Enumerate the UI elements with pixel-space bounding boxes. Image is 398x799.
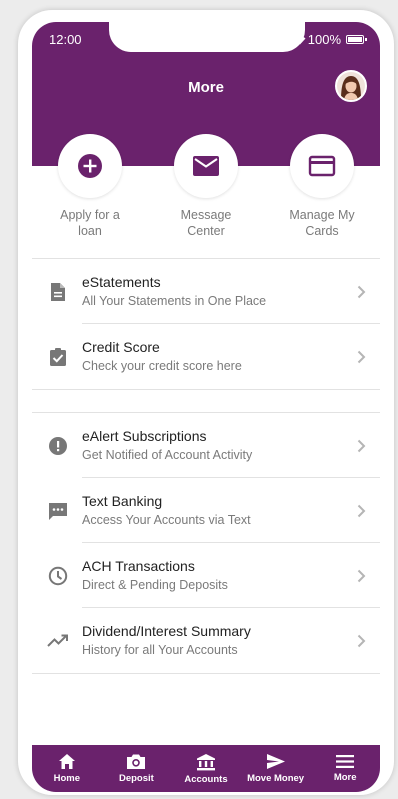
- tab-indicator: [316, 734, 378, 744]
- manage-cards-button[interactable]: [290, 134, 354, 198]
- message-center-label: Message Center: [180, 208, 232, 238]
- list-item-subtitle: History for all Your Accounts: [82, 643, 238, 657]
- chevron-right-icon: [357, 285, 365, 298]
- tab-deposit[interactable]: Deposit: [102, 745, 172, 792]
- profile-photo: [337, 72, 365, 100]
- tab-bar: Home Deposit Accounts Move Money More: [32, 745, 380, 792]
- list-item-title: Credit Score: [82, 339, 160, 355]
- list-item-title: ACH Transactions: [82, 558, 195, 574]
- list-item-dividend[interactable]: Dividend/Interest Summary History for al…: [32, 608, 380, 673]
- list-item-title: Dividend/Interest Summary: [82, 623, 251, 639]
- list-item-ealert[interactable]: eAlert Subscriptions Get Notified of Acc…: [32, 413, 380, 478]
- message-center-action[interactable]: Message Center: [156, 134, 256, 239]
- tab-accounts[interactable]: Accounts: [171, 745, 241, 792]
- tab-label: Deposit: [118, 773, 154, 784]
- chevron-right-icon: [357, 569, 365, 582]
- apply-loan-action[interactable]: Apply for a loan: [40, 134, 140, 239]
- credit-card-icon: [308, 155, 336, 177]
- alert-icon: [49, 436, 67, 455]
- clipboard-check-icon: [50, 347, 66, 366]
- list-item-text-banking[interactable]: Text Banking Access Your Accounts via Te…: [32, 478, 380, 543]
- home-icon: [58, 754, 75, 769]
- envelope-icon: [193, 156, 219, 176]
- camera-icon: [127, 754, 146, 769]
- list-item-subtitle: Get Notified of Account Activity: [82, 448, 253, 462]
- tab-label: Accounts: [184, 773, 228, 785]
- tab-home[interactable]: Home: [32, 745, 102, 792]
- tab-label: Home: [53, 773, 80, 784]
- manage-cards-label: Manage My Cards: [289, 208, 355, 238]
- list-item-subtitle: Access Your Accounts via Text: [82, 513, 251, 527]
- list-item-subtitle: Direct & Pending Deposits: [82, 578, 228, 592]
- menu-list: eStatements All Your Statements in One P…: [32, 258, 380, 674]
- battery-percent: 100%: [307, 32, 341, 47]
- screen: 12:00 100% More Apply for a loan Message…: [32, 22, 380, 792]
- document-icon: [51, 282, 65, 301]
- plus-circle-icon: [78, 154, 102, 178]
- list-item-title: eAlert Subscriptions: [82, 428, 207, 444]
- trending-up-icon: [47, 634, 68, 647]
- message-center-button[interactable]: [174, 134, 238, 198]
- manage-cards-action[interactable]: Manage My Cards: [272, 134, 372, 239]
- apply-loan-label: Apply for a loan: [60, 208, 120, 238]
- list-item-ach[interactable]: ACH Transactions Direct & Pending Deposi…: [32, 543, 380, 608]
- quick-actions: Apply for a loan Message Center Manage M…: [32, 134, 380, 244]
- send-icon: [266, 754, 285, 769]
- tab-more[interactable]: More: [310, 745, 380, 792]
- chevron-right-icon: [357, 504, 365, 517]
- list-item-estatements[interactable]: eStatements All Your Statements in One P…: [32, 259, 380, 324]
- bank-icon: [196, 753, 215, 770]
- list-item-credit-score[interactable]: Credit Score Check your credit score her…: [32, 324, 380, 389]
- device-notch: [109, 22, 305, 52]
- divider: [32, 673, 380, 674]
- list-item-title: Text Banking: [82, 493, 163, 509]
- status-time: 12:00: [49, 32, 82, 47]
- page-title: More: [188, 79, 224, 96]
- list-item-title: eStatements: [82, 274, 161, 290]
- chat-icon: [49, 502, 67, 520]
- tab-label: Move Money: [247, 773, 305, 784]
- apply-loan-button[interactable]: [58, 134, 122, 198]
- avatar[interactable]: [335, 70, 367, 102]
- menu-icon: [336, 755, 355, 768]
- battery-icon: [346, 35, 367, 44]
- clock-icon: [48, 566, 68, 585]
- list-item-subtitle: All Your Statements in One Place: [82, 294, 267, 308]
- chevron-right-icon: [357, 350, 365, 363]
- list-item-subtitle: Check your credit score here: [82, 359, 242, 373]
- chevron-right-icon: [357, 439, 365, 452]
- tab-label: More: [333, 772, 357, 783]
- phone-frame: 12:00 100% More Apply for a loan Message…: [18, 10, 394, 795]
- tab-move-money[interactable]: Move Money: [241, 745, 311, 792]
- chevron-right-icon: [357, 634, 365, 647]
